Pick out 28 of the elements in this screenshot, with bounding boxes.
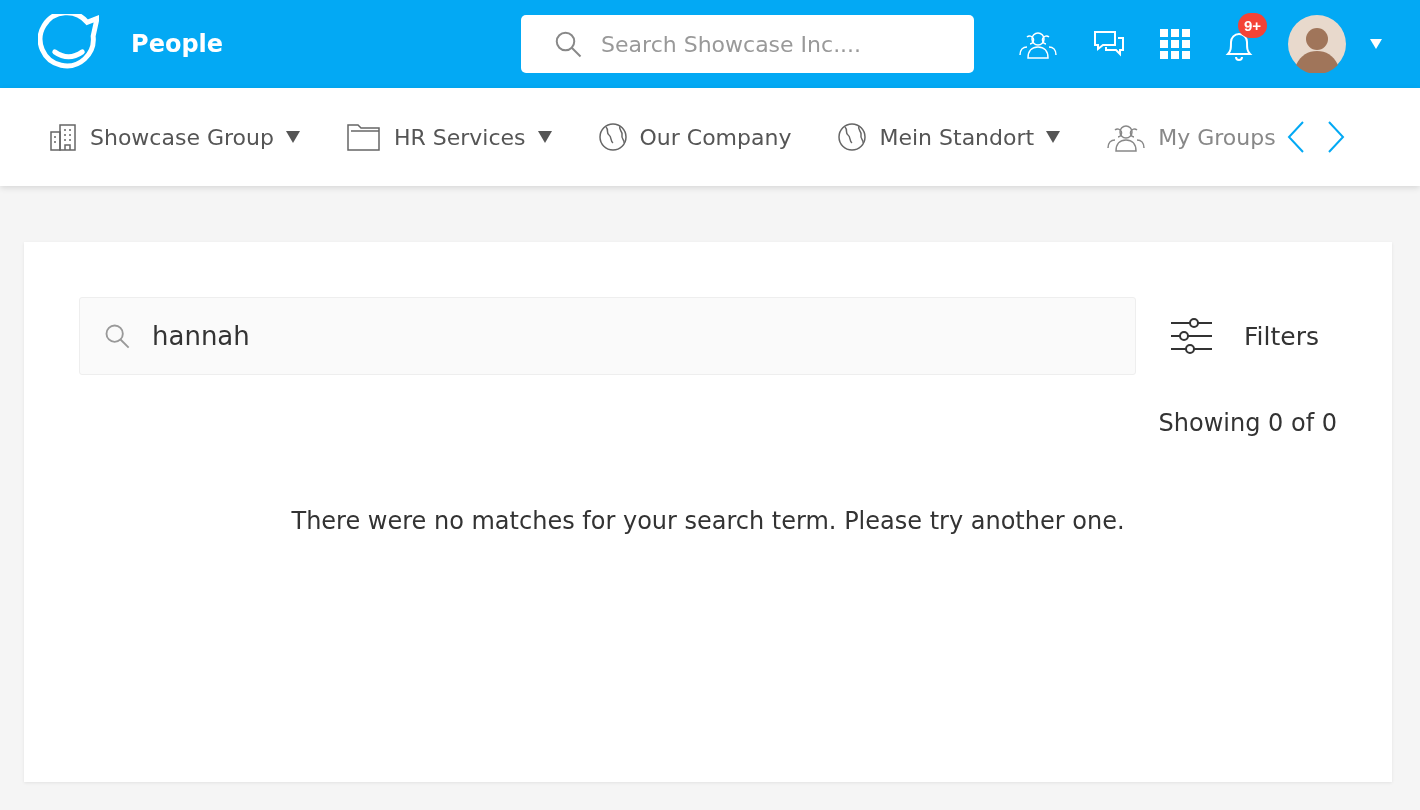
nav-item[interactable]: My Groups — [1106, 121, 1276, 153]
result-count: Showing 0 of 0 — [1158, 409, 1337, 437]
nav-item[interactable]: Mein Standort — [837, 122, 1061, 152]
next-button[interactable] — [1325, 120, 1346, 154]
globe-icon — [597, 122, 628, 152]
notification-badge: 9+ — [1238, 13, 1268, 38]
search-icon — [553, 29, 584, 59]
sliders-icon — [1170, 317, 1213, 355]
avatar[interactable] — [1288, 15, 1346, 73]
chat-icon — [1092, 29, 1126, 59]
caret-icon[interactable] — [1370, 39, 1382, 49]
grid-icon — [1160, 29, 1190, 59]
nav-item[interactable]: Showcase Group — [48, 122, 300, 152]
previous-button[interactable] — [1285, 120, 1306, 154]
building-icon — [48, 122, 78, 152]
app-title: People — [131, 30, 224, 58]
globe-icon — [837, 122, 868, 152]
folder-icon — [345, 122, 382, 152]
filters-button[interactable]: Filters — [1170, 317, 1337, 355]
apps-button[interactable] — [1160, 29, 1190, 59]
nav-item[interactable]: HR Services — [345, 122, 552, 152]
nav-item[interactable]: Our Company — [597, 122, 792, 152]
chat-button[interactable] — [1092, 29, 1126, 59]
notifications-button[interactable]: 9+ — [1224, 13, 1266, 61]
search-icon — [103, 322, 131, 350]
empty-message: There were no matches for your search term. Please try another one. — [290, 507, 1126, 535]
search-field[interactable]: Search Showcase Inc.... — [521, 15, 974, 73]
people-search-field[interactable]: hannah — [79, 297, 1137, 375]
